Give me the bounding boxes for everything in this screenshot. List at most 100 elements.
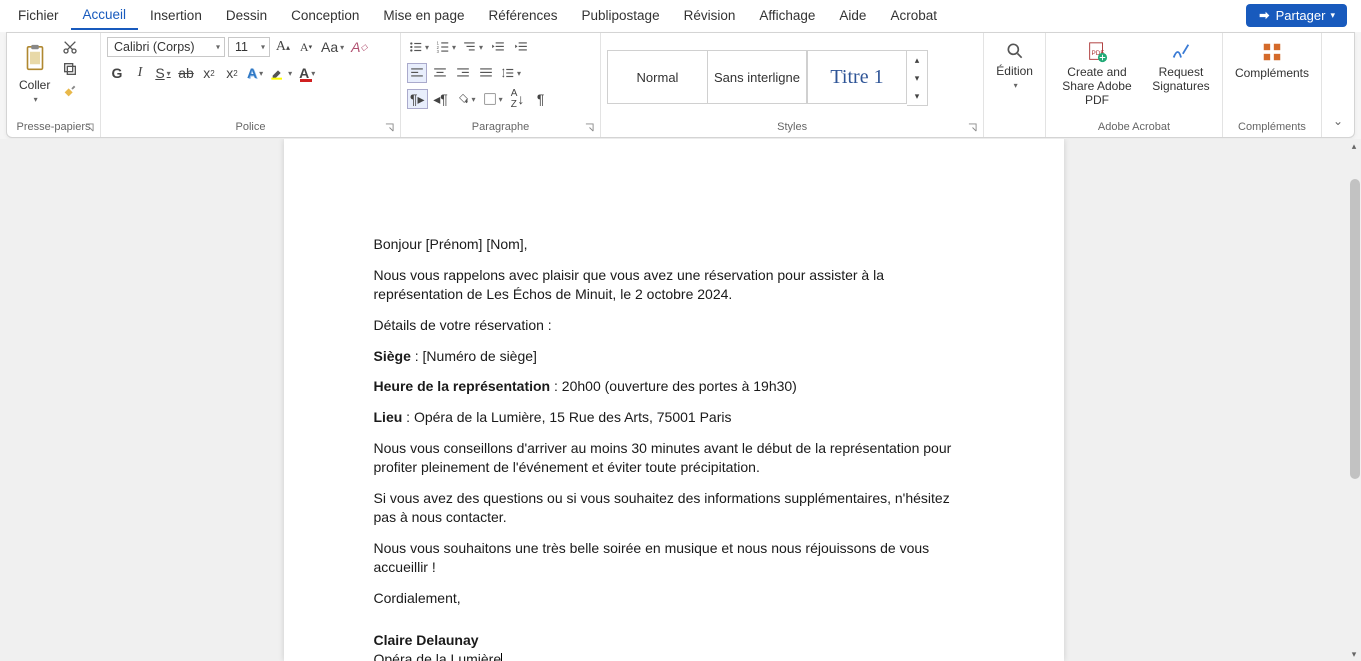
align-center-button[interactable] xyxy=(430,63,450,83)
subscript-button[interactable]: x2 xyxy=(199,63,219,83)
list-multi-icon xyxy=(463,40,477,54)
addins-button[interactable]: Compléments xyxy=(1229,37,1315,84)
edition-button[interactable]: Édition ▾ xyxy=(990,37,1039,94)
paste-button[interactable]: Coller ▾ xyxy=(13,37,56,108)
highlighter-icon xyxy=(270,65,286,81)
scroll-up-button[interactable]: ▴ xyxy=(1349,141,1359,151)
list-number-icon: 123 xyxy=(436,40,450,54)
font-launcher[interactable] xyxy=(384,123,394,133)
cut-button[interactable] xyxy=(60,37,80,57)
doc-p1: Nous vous rappelons avec plaisir que vou… xyxy=(374,266,974,304)
superscript-button[interactable]: x2 xyxy=(222,63,242,83)
italic-button[interactable]: I xyxy=(130,63,150,83)
tab-acrobat[interactable]: Acrobat xyxy=(878,2,949,29)
signature-icon xyxy=(1170,41,1192,63)
styles-more-button[interactable]: ▾ xyxy=(907,87,927,105)
justify-button[interactable] xyxy=(476,63,496,83)
numbering-button[interactable]: 123▾ xyxy=(434,37,458,57)
font-name-value: Calibri (Corps) xyxy=(114,40,195,54)
shading-button[interactable]: ▾ xyxy=(454,89,478,109)
chevron-down-icon: ▾ xyxy=(34,95,38,104)
styles-launcher[interactable] xyxy=(967,123,977,133)
sort-button[interactable]: AZ↓ xyxy=(508,89,528,109)
tab-aide[interactable]: Aide xyxy=(827,2,878,29)
tab-affichage[interactable]: Affichage xyxy=(747,2,827,29)
clipboard-icon xyxy=(20,41,50,75)
clipboard-launcher[interactable] xyxy=(84,123,94,133)
page[interactable]: Bonjour [Prénom] [Nom], Nous vous rappel… xyxy=(284,139,1064,661)
change-case-button[interactable]: Aa▾ xyxy=(319,37,346,57)
styles-up-button[interactable]: ▴ xyxy=(907,51,927,69)
underline-button[interactable]: S▾ xyxy=(153,63,173,83)
ltr-button[interactable]: ¶▸ xyxy=(407,89,428,109)
tab-accueil[interactable]: Accueil xyxy=(71,1,139,30)
chevron-down-icon: ▾ xyxy=(1330,10,1335,21)
line-spacing-button[interactable]: ▾ xyxy=(499,63,523,83)
tab-mise-en-page[interactable]: Mise en page xyxy=(371,2,476,29)
tab-insertion[interactable]: Insertion xyxy=(138,2,214,29)
group-font: Calibri (Corps)▾ 11▾ A▴ A▾ Aa▾ A◇ G I S▾… xyxy=(101,33,401,137)
show-marks-button[interactable]: ¶ xyxy=(531,89,551,109)
bullets-button[interactable]: ▾ xyxy=(407,37,431,57)
group-clipboard: Coller ▾ Presse-papiers xyxy=(7,33,101,137)
group-paragraph: ▾ 123▾ ▾ ▾ ¶▸ ◂¶ ▾ ▾ xyxy=(401,33,601,137)
doc-sig-org: Opéra de la Lumière xyxy=(374,650,974,661)
text-effects-button[interactable]: A▾ xyxy=(245,63,265,83)
font-color-button[interactable]: A▾ xyxy=(297,63,317,83)
tab-publipostage[interactable]: Publipostage xyxy=(570,2,672,29)
rtl-button[interactable]: ◂¶ xyxy=(431,89,451,109)
borders-button[interactable]: ▾ xyxy=(481,89,505,109)
style-heading1[interactable]: Titre 1 xyxy=(807,50,907,104)
doc-greeting: Bonjour [Prénom] [Nom], xyxy=(374,235,974,254)
multilevel-button[interactable]: ▾ xyxy=(461,37,485,57)
increase-indent-button[interactable] xyxy=(511,37,531,57)
styles-down-button[interactable]: ▾ xyxy=(907,69,927,87)
font-size-value: 11 xyxy=(235,40,248,54)
copy-button[interactable] xyxy=(60,59,80,79)
collapse-ribbon-button[interactable]: ⌄ xyxy=(1328,111,1348,131)
scroll-thumb[interactable] xyxy=(1350,179,1360,479)
group-acrobat: PDF Create and Share Adobe PDF Request S… xyxy=(1046,33,1223,137)
justify-icon xyxy=(479,66,493,80)
share-button[interactable]: Partager ▾ xyxy=(1246,4,1347,27)
menu-tabs: Fichier Accueil Insertion Dessin Concept… xyxy=(0,0,1361,32)
document-area[interactable]: Bonjour [Prénom] [Nom], Nous vous rappel… xyxy=(0,139,1347,661)
grow-font-button[interactable]: A▴ xyxy=(273,37,293,57)
clear-format-button[interactable]: A◇ xyxy=(349,37,369,57)
strike-button[interactable]: ab xyxy=(176,63,196,83)
shrink-font-button[interactable]: A▾ xyxy=(296,37,316,57)
scroll-down-button[interactable]: ▾ xyxy=(1349,649,1359,659)
group-paragraph-label: Paragraphe xyxy=(472,121,530,133)
doc-seat: Siège : [Numéro de siège] xyxy=(374,347,974,366)
tab-revision[interactable]: Révision xyxy=(672,2,748,29)
chevron-down-icon: ▾ xyxy=(1014,81,1018,90)
group-clipboard-label: Presse-papiers xyxy=(17,121,91,133)
create-pdf-button[interactable]: PDF Create and Share Adobe PDF xyxy=(1052,37,1142,111)
request-sign-button[interactable]: Request Signatures xyxy=(1146,37,1216,98)
paragraph-launcher[interactable] xyxy=(584,123,594,133)
pdf-icon: PDF xyxy=(1086,41,1108,63)
align-right-icon xyxy=(456,66,470,80)
align-left-button[interactable] xyxy=(407,63,427,83)
align-right-button[interactable] xyxy=(453,63,473,83)
decrease-indent-button[interactable] xyxy=(488,37,508,57)
tab-conception[interactable]: Conception xyxy=(279,2,371,29)
tab-references[interactable]: Références xyxy=(476,2,569,29)
style-normal[interactable]: Normal xyxy=(607,50,707,104)
bold-button[interactable]: G xyxy=(107,63,127,83)
spacing-icon xyxy=(501,66,515,80)
text-cursor xyxy=(501,653,502,661)
tab-fichier[interactable]: Fichier xyxy=(6,2,71,29)
vertical-scrollbar[interactable]: ▴ ▾ xyxy=(1347,139,1361,661)
highlight-button[interactable]: ▾ xyxy=(268,63,294,83)
font-name-combo[interactable]: Calibri (Corps)▾ xyxy=(107,37,225,57)
style-no-spacing[interactable]: Sans interligne xyxy=(707,50,807,104)
doc-p2: Détails de votre réservation : xyxy=(374,316,974,335)
font-size-combo[interactable]: 11▾ xyxy=(228,37,270,57)
group-styles-label: Styles xyxy=(777,121,807,133)
copy-icon xyxy=(62,61,78,77)
border-icon xyxy=(483,92,497,106)
format-painter-button[interactable] xyxy=(60,81,80,101)
group-styles: Normal Sans interligne Titre 1 ▴ ▾ ▾ Sty… xyxy=(601,33,984,137)
tab-dessin[interactable]: Dessin xyxy=(214,2,279,29)
